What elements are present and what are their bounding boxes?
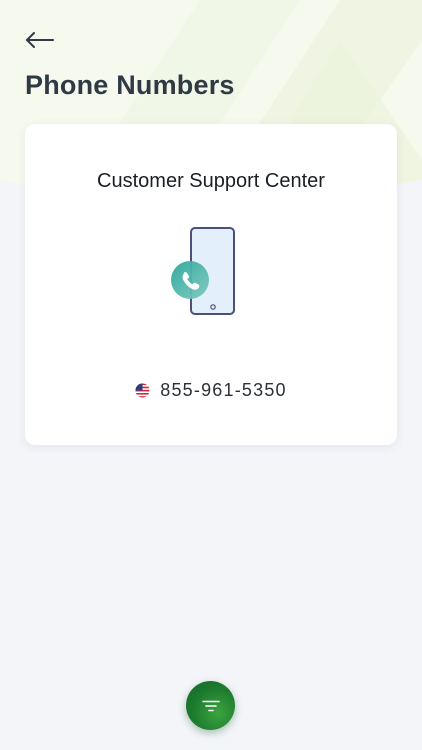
phone-number-row[interactable]: 855-961-5350: [25, 380, 397, 401]
phone-call-icon: [171, 227, 235, 315]
menu-lines-icon: [201, 700, 220, 711]
phone-number: 855-961-5350: [160, 380, 287, 400]
menu-button[interactable]: [186, 681, 235, 730]
back-button[interactable]: [18, 22, 62, 58]
contact-card: Customer Support Center 855-961-5350: [25, 124, 397, 445]
us-flag-icon: [135, 383, 150, 398]
page-title: Phone Numbers: [25, 70, 235, 100]
card-title: Customer Support Center: [97, 170, 325, 192]
arrow-left-icon: [26, 32, 54, 48]
phone-numbers-screen: Phone Numbers Customer Support Center 85…: [0, 0, 422, 750]
